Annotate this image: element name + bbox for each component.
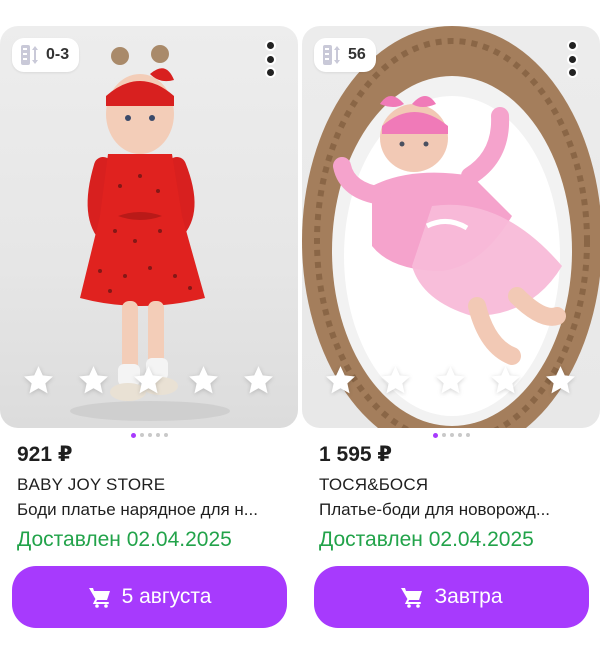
star-icon bbox=[491, 366, 520, 394]
product-image[interactable]: 0-3 bbox=[0, 26, 298, 428]
product-brand[interactable]: ТОСЯ&БОСЯ bbox=[319, 475, 428, 495]
size-ruler-icon bbox=[323, 45, 340, 65]
cart-icon bbox=[401, 588, 423, 608]
add-to-cart-label: 5 августа bbox=[121, 585, 212, 608]
star-icon bbox=[436, 366, 465, 394]
size-label: 0-3 bbox=[46, 46, 70, 63]
product-name[interactable]: Боди платье нарядное для н... bbox=[17, 500, 287, 520]
delivery-status: Доставлен 02.04.2025 bbox=[17, 528, 232, 551]
size-label: 56 bbox=[348, 46, 366, 63]
add-to-cart-label: Завтра bbox=[434, 585, 503, 608]
product-brand[interactable]: BABY JOY STORE bbox=[17, 475, 165, 495]
product-card[interactable]: 0-3 921 ₽ BABY JOY STORE Боди платье нар… bbox=[0, 26, 298, 649]
size-badge: 0-3 bbox=[12, 38, 80, 72]
star-icon bbox=[24, 366, 53, 394]
more-vertical-icon[interactable] bbox=[264, 42, 276, 76]
product-image[interactable]: 56 bbox=[302, 26, 600, 428]
image-pager-dots bbox=[302, 432, 600, 438]
star-icon bbox=[546, 366, 575, 394]
star-icon bbox=[244, 366, 273, 394]
add-to-cart-button[interactable]: Завтра bbox=[314, 566, 589, 628]
rating-stars bbox=[324, 364, 577, 397]
more-vertical-icon[interactable] bbox=[566, 42, 578, 76]
product-card[interactable]: 56 1 595 ₽ ТОСЯ&БОСЯ Платье-боди для нов… bbox=[302, 26, 600, 649]
product-price: 921 ₽ bbox=[17, 443, 73, 466]
add-to-cart-button[interactable]: 5 августа bbox=[12, 566, 287, 628]
star-icon bbox=[326, 366, 355, 394]
star-icon bbox=[79, 366, 108, 394]
size-badge: 56 bbox=[314, 38, 376, 72]
image-pager-dots bbox=[0, 432, 298, 438]
size-ruler-icon bbox=[21, 45, 38, 65]
star-icon bbox=[381, 366, 410, 394]
rating-stars bbox=[22, 364, 275, 397]
product-price: 1 595 ₽ bbox=[319, 443, 392, 466]
star-icon bbox=[189, 366, 218, 394]
product-name[interactable]: Платье-боди для новорожд... bbox=[319, 500, 589, 520]
star-icon bbox=[134, 366, 163, 394]
cart-icon bbox=[88, 588, 110, 608]
delivery-status: Доставлен 02.04.2025 bbox=[319, 528, 534, 551]
